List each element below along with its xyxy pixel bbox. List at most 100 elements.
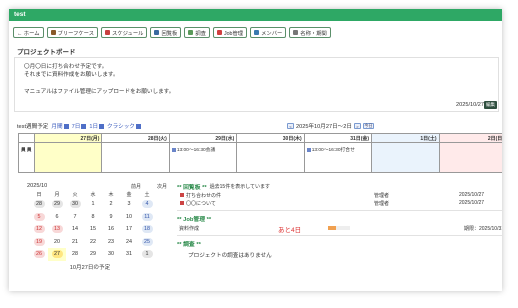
day-header: 29日(水) [169, 134, 237, 143]
calendar-day[interactable]: 7 [66, 211, 84, 224]
calendar-day[interactable]: 13 [48, 223, 66, 236]
document-icon [180, 193, 184, 197]
right-panel: ** 回覧板 ** 過去15件を表示しています 打ち合わせの件 管理者 2025/1… [177, 182, 502, 262]
view-7day-link[interactable]: 7日 [72, 122, 87, 130]
date-range: < 2025年10月27日～2日 > 今日 [287, 122, 374, 130]
day-column[interactable]: 29日(水) 13:00～16:30会議 [169, 134, 238, 172]
calendar-day[interactable]: 24 [120, 236, 138, 249]
calendar-day[interactable]: 10 [120, 211, 138, 224]
calendar-day[interactable]: 5 [30, 211, 48, 224]
next-week-button[interactable]: > [353, 123, 361, 129]
board-edit-button[interactable]: 編集 [484, 101, 497, 109]
circulation-item[interactable]: 打ち合わせの件 管理者 2025/10/27 [177, 191, 502, 199]
calendar-day[interactable]: 17 [120, 223, 138, 236]
circulation-list: 打ち合わせの件 管理者 2025/10/27 〇〇について 管理者 2025/10/27 [177, 191, 502, 207]
event-icon [171, 147, 176, 152]
calendar-day[interactable]: 26 [30, 248, 48, 261]
calendar-day[interactable]: 1 [84, 198, 102, 211]
today-button[interactable]: 今日 [362, 123, 374, 129]
row-label: 員 員 [21, 147, 32, 152]
app-window: test ← ホーム ブリーフケース スケジュール 回覧板 調査 Job管理 メンバー 名称・… [9, 9, 502, 291]
member-button[interactable]: メンバー [250, 27, 287, 38]
calendar-day[interactable]: 28 [66, 248, 84, 261]
calendar-day[interactable]: 22 [84, 236, 102, 249]
calendar-day[interactable]: 4 [138, 198, 156, 211]
view-1day-link[interactable]: 1日 [89, 122, 105, 130]
classic-icon [135, 123, 141, 129]
calendar-day[interactable]: 25 [138, 236, 156, 249]
calendar-day[interactable]: 21 [66, 236, 84, 249]
job-item[interactable]: 資料作成 あと4日 期限：2025/10/31 [177, 223, 502, 234]
circulation-item[interactable]: 〇〇について 管理者 2025/10/27 [177, 199, 502, 207]
calendar-day[interactable]: 16 [102, 223, 120, 236]
calendar-day[interactable]: 15 [84, 223, 102, 236]
calendar-day[interactable]: 8 [84, 211, 102, 224]
calendar-day[interactable]: 30 [66, 198, 84, 211]
calendar-day[interactable]: 12 [30, 223, 48, 236]
calendar-day[interactable]: 18 [138, 223, 156, 236]
day-header: 28日(火) [102, 134, 169, 143]
view-month-link[interactable]: 月間 [51, 122, 69, 130]
day-column[interactable]: 27日(月) [35, 134, 103, 172]
calendar-day[interactable]: 9 [102, 211, 120, 224]
calendar-footer: 10月27日の予定 [69, 264, 111, 271]
calendar-icon [105, 30, 111, 35]
prev-month-button[interactable]: 前月 [131, 183, 141, 190]
calendar-day[interactable]: 6 [48, 211, 66, 224]
calendar-day[interactable]: 29 [48, 198, 66, 211]
day-column[interactable]: 30日(木) [237, 134, 305, 172]
calendar-day[interactable]: 14 [66, 223, 84, 236]
calendar-day[interactable]: 28 [30, 198, 48, 211]
day-column[interactable]: 2日(日) [439, 134, 502, 172]
calendar-day[interactable]: 31 [120, 248, 138, 261]
weekday-label: 月 [54, 192, 60, 198]
weekday-label: 火 [72, 192, 78, 198]
calendar-day[interactable]: 23 [102, 236, 120, 249]
day-column[interactable]: 28日(火) [102, 134, 170, 172]
schedule-event[interactable]: 13:00～16:30会議 [170, 143, 236, 156]
pin-icon [216, 30, 222, 35]
weekday-label: 金 [126, 192, 132, 198]
day-header: 30日(木) [237, 134, 304, 143]
week-icon [81, 123, 87, 129]
calendar-day[interactable]: 20 [48, 236, 66, 249]
toolbar-label: ← ホーム [17, 30, 40, 37]
weekday-header: 日月火水木金土 [30, 191, 174, 198]
row-header: 員 員 [19, 134, 35, 172]
mini-calendar: 2025/10 前月 次月 日月火水木金土 28 29 30 1 2 3 4 5 6 7 8 9 10 1… [24, 181, 174, 271]
job-button[interactable]: Job管理 [212, 27, 248, 38]
home-button[interactable]: ← ホーム [13, 27, 44, 38]
calendar-day[interactable]: 1 [138, 248, 156, 261]
divider [177, 235, 502, 236]
schedule-button[interactable]: スケジュール [101, 27, 148, 38]
day-column[interactable]: 31日(金) 13:00～16:30打合せ [304, 134, 373, 172]
circulation-section-title: ** 回覧板 ** 過去15件を表示しています [177, 184, 271, 191]
briefcase-button[interactable]: ブリーフケース [46, 27, 99, 38]
event-icon [306, 147, 311, 152]
board-date: 2025/10/27 [456, 102, 484, 108]
job-progress-bar [328, 226, 350, 230]
weekday-label: 日 [36, 192, 42, 198]
calendar-day[interactable]: 29 [84, 248, 102, 261]
survey-button[interactable]: 調査 [184, 27, 210, 38]
calendar-day[interactable]: 19 [30, 236, 48, 249]
namecard-button[interactable]: 名称・期間 [289, 27, 331, 38]
board-icon [154, 30, 160, 35]
view-classic-link[interactable]: クラシック [107, 122, 141, 130]
toolbar-label: ブリーフケース [57, 30, 95, 37]
toolbar-label: 調査 [195, 30, 206, 37]
calendar-day[interactable]: 11 [138, 211, 156, 224]
document-icon [180, 201, 184, 205]
calendar-day[interactable]: 3 [120, 198, 138, 211]
day-column[interactable]: 1日(土) [372, 134, 440, 172]
circulation-button[interactable]: 回覧板 [150, 27, 182, 38]
prev-week-button[interactable]: < [287, 123, 294, 129]
calendar-day[interactable]: 27 [48, 248, 66, 261]
schedule-bar: test週間予定 月間 7日 1日 クラシック < 2025年10月27日～2日… [17, 121, 497, 131]
next-month-button[interactable]: 次月 [157, 183, 167, 190]
schedule-event[interactable]: 13:00～16:30打合せ [305, 143, 371, 156]
calendar-day[interactable]: 30 [102, 248, 120, 261]
project-board-title: プロジェクトボード [17, 49, 76, 56]
calendar-day[interactable]: 2 [102, 198, 120, 211]
title-bar: test [9, 9, 502, 21]
